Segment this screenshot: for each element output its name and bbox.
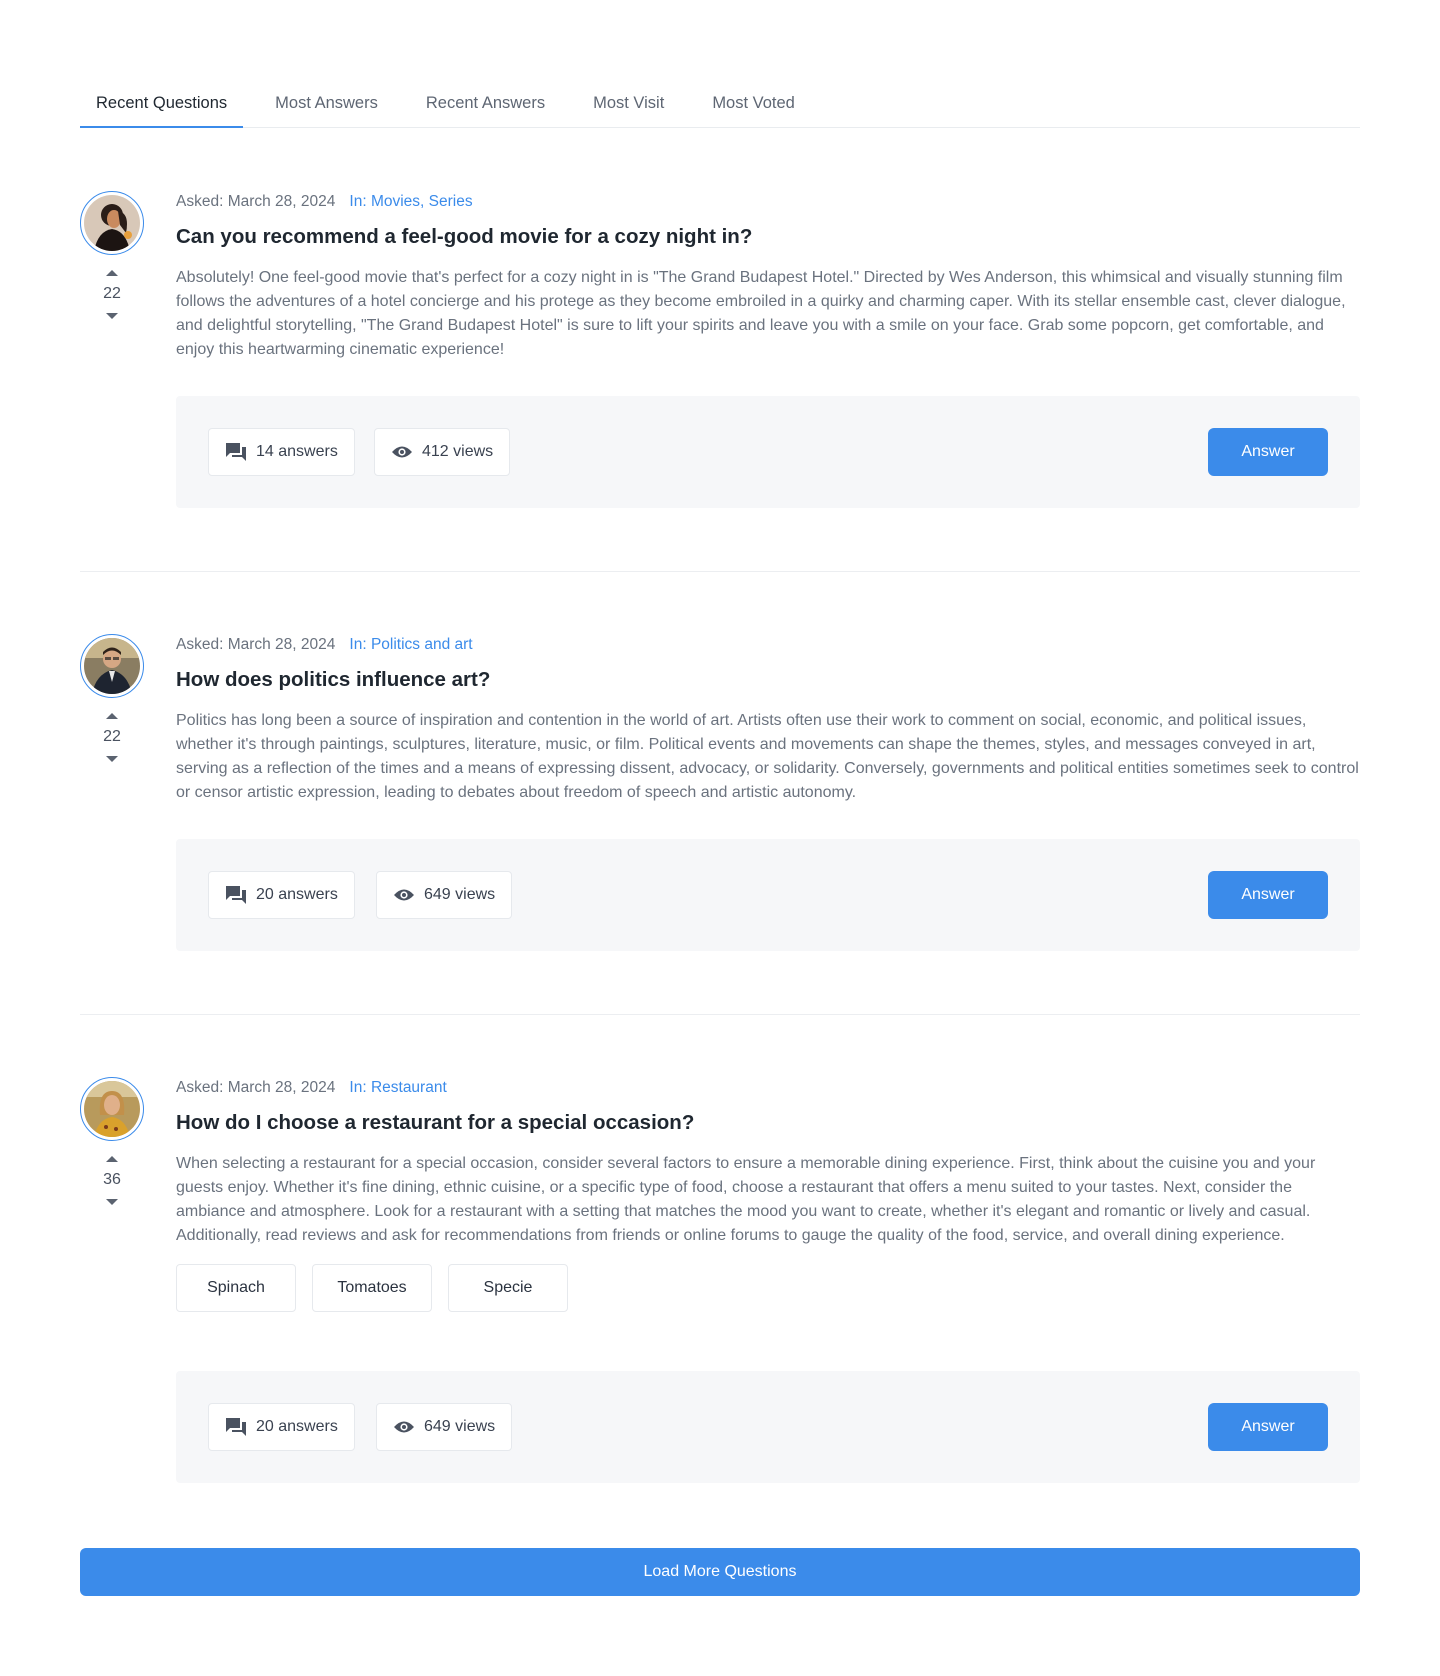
vote-count: 22 — [103, 728, 121, 745]
question-item: 36 Asked: March 28, 2024 In: Restaurant H… — [80, 1077, 1360, 1417]
caret-up-icon[interactable] — [106, 1156, 118, 1162]
answer-button[interactable]: Answer — [1208, 428, 1328, 476]
vote-control: 36 — [80, 1156, 144, 1205]
views-count[interactable]: 649 views — [376, 1403, 513, 1451]
question-excerpt: When selecting a restaurant for a specia… — [176, 1155, 1316, 1244]
views-count[interactable]: 412 views — [374, 428, 511, 476]
answer-button[interactable]: Answer — [1208, 1403, 1328, 1451]
question-content: Asked: March 28, 2024 In: Politics and ar… — [176, 634, 1360, 805]
tab-recent-questions[interactable]: Recent Questions — [80, 84, 244, 128]
views-label: 412 views — [422, 443, 494, 460]
tab-recent-answers[interactable]: Recent Answers — [410, 84, 561, 128]
avatar[interactable] — [80, 1077, 144, 1141]
vote-count: 22 — [103, 285, 121, 302]
question-footer: 14 answers 412 views Answer — [176, 396, 1360, 508]
avatar-photo — [84, 1081, 140, 1137]
question-title[interactable]: Can you recommend a feel-good movie for … — [176, 224, 1360, 250]
asked-date: Asked: March 28, 2024 — [176, 193, 336, 210]
asked-date: Asked: March 28, 2024 — [176, 636, 336, 653]
tag-list: Spinach Tomatoes Specie — [176, 1264, 1360, 1312]
question-meta: Asked: March 28, 2024 In: Restaurant — [176, 1077, 1360, 1099]
divider — [80, 571, 1360, 572]
avatar[interactable] — [80, 191, 144, 255]
avatar[interactable] — [80, 634, 144, 698]
views-count[interactable]: 649 views — [376, 871, 513, 919]
answers-label: 20 answers — [256, 1418, 338, 1435]
views-label: 649 views — [424, 1418, 496, 1435]
caret-down-icon[interactable] — [106, 1199, 118, 1205]
caret-up-icon[interactable] — [106, 713, 118, 719]
question-content: Asked: March 28, 2024 In: Restaurant How … — [176, 1077, 1360, 1312]
answers-count[interactable]: 20 answers — [208, 871, 355, 919]
question-meta: Asked: March 28, 2024 In: Politics and ar… — [176, 634, 1360, 656]
forum-icon — [225, 885, 247, 905]
caret-down-icon[interactable] — [106, 756, 118, 762]
eye-icon — [393, 888, 415, 902]
vote-control: 22 — [80, 713, 144, 762]
question-footer: 20 answers 649 views Answer — [176, 1371, 1360, 1483]
divider — [80, 1014, 1360, 1015]
question-meta: Asked: March 28, 2024 In: Movies, Series — [176, 191, 1360, 213]
tag-tomatoes[interactable]: Tomatoes — [312, 1264, 432, 1312]
load-more-button[interactable]: Load More Questions — [80, 1548, 1360, 1596]
asked-date: Asked: March 28, 2024 — [176, 1079, 336, 1096]
tab-most-voted[interactable]: Most Voted — [696, 84, 811, 128]
question-footer: 20 answers 649 views Answer — [176, 839, 1360, 951]
question-title[interactable]: How do I choose a restaurant for a speci… — [176, 1110, 1360, 1136]
answers-label: 20 answers — [256, 886, 338, 903]
caret-down-icon[interactable] — [106, 313, 118, 319]
vote-control: 22 — [80, 270, 144, 319]
question-excerpt: Absolutely! One feel-good movie that's p… — [176, 269, 1346, 358]
avatar-photo — [84, 638, 140, 694]
eye-icon — [391, 445, 413, 459]
answers-count[interactable]: 14 answers — [208, 428, 355, 476]
question-excerpt: Politics has long been a source of inspi… — [176, 712, 1359, 801]
category-link[interactable]: In: Restaurant — [349, 1079, 446, 1096]
tag-specie[interactable]: Specie — [448, 1264, 568, 1312]
avatar-photo — [84, 195, 140, 251]
question-title[interactable]: How does politics influence art? — [176, 667, 1360, 693]
answers-label: 14 answers — [256, 443, 338, 460]
answer-button[interactable]: Answer — [1208, 871, 1328, 919]
eye-icon — [393, 1420, 415, 1434]
tab-most-visit[interactable]: Most Visit — [577, 84, 680, 128]
forum-icon — [225, 442, 247, 462]
caret-up-icon[interactable] — [106, 270, 118, 276]
answers-count[interactable]: 20 answers — [208, 1403, 355, 1451]
question-content: Asked: March 28, 2024 In: Movies, Series … — [176, 191, 1360, 362]
category-link[interactable]: In: Movies, Series — [349, 193, 472, 210]
views-label: 649 views — [424, 886, 496, 903]
vote-count: 36 — [103, 1171, 121, 1188]
forum-icon — [225, 1417, 247, 1437]
tag-spinach[interactable]: Spinach — [176, 1264, 296, 1312]
tab-most-answers[interactable]: Most Answers — [259, 84, 394, 128]
category-link[interactable]: In: Politics and art — [349, 636, 472, 653]
question-tabs: Recent Questions Most Answers Recent Ans… — [80, 84, 1360, 128]
